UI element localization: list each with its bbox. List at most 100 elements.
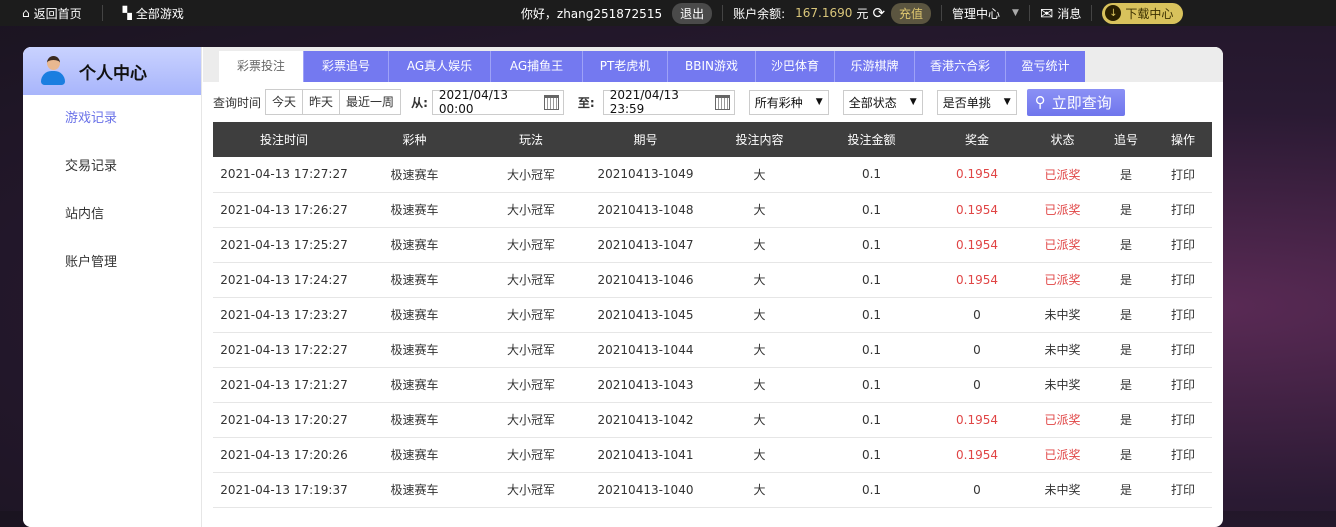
cell-lottery: 极速赛车 xyxy=(355,367,474,403)
cell-chase: 是 xyxy=(1098,367,1154,403)
table-row: 2021-04-13 17:27:27 极速赛车 大小冠军 20210413-1049… xyxy=(213,157,1212,193)
caret-down-icon: ▼ xyxy=(1003,97,1011,107)
lottery-type-select[interactable]: 所有彩种 ▼ xyxy=(748,89,829,115)
tab-profit-stats[interactable]: 盈亏统计 xyxy=(1006,51,1085,82)
yesterday-button[interactable]: 昨天 xyxy=(303,90,341,114)
cell-amount: 0.1 xyxy=(816,332,927,368)
today-button[interactable]: 今天 xyxy=(266,90,304,114)
query-button[interactable]: ⚲ 立即查询 xyxy=(1026,88,1125,116)
cell-lottery: 极速赛车 xyxy=(355,472,474,508)
query-label: 立即查询 xyxy=(1051,93,1112,112)
cell-status: 已派奖 xyxy=(1027,437,1098,473)
tab-leyou-chess[interactable]: 乐游棋牌 xyxy=(835,51,915,82)
cell-play: 大小冠军 xyxy=(474,332,588,368)
cell-action[interactable]: 打印 xyxy=(1154,157,1212,193)
cell-period: 20210413-1043 xyxy=(588,367,703,403)
cell-chase: 是 xyxy=(1098,402,1154,438)
cell-status: 已派奖 xyxy=(1027,157,1098,193)
tab-ag-fishing[interactable]: AG捕鱼王 xyxy=(491,51,583,82)
column-header-play: 玩法 xyxy=(474,122,588,157)
tab-lottery-bets[interactable]: 彩票投注 xyxy=(219,51,304,82)
cell-action[interactable]: 打印 xyxy=(1154,402,1212,438)
cell-content: 大 xyxy=(703,157,816,193)
tab-hk-mark-six[interactable]: 香港六合彩 xyxy=(915,51,1006,82)
cell-amount: 0.1 xyxy=(816,262,927,298)
home-label: 返回首页 xyxy=(33,6,82,21)
cell-prize: 0 xyxy=(927,297,1027,333)
cell-prize: 0.1954 xyxy=(927,227,1027,263)
cell-action[interactable]: 打印 xyxy=(1154,332,1212,368)
sidebar-item-account[interactable]: 账户管理 xyxy=(23,239,201,287)
to-label: 至: xyxy=(577,95,595,110)
recharge-button[interactable]: 充值 xyxy=(891,2,932,24)
sidebar-item-transactions[interactable]: 交易记录 xyxy=(23,143,201,191)
greeting-text: 你好，zhang251872515 xyxy=(520,6,663,21)
all-games-link[interactable]: ▚ 全部游戏 xyxy=(123,5,184,22)
tab-ag-live[interactable]: AG真人娱乐 xyxy=(389,51,491,82)
single-select[interactable]: 是否单挑 ▼ xyxy=(936,89,1017,115)
sidebar: 个人中心 游戏记录 交易记录 站内信 账户管理 xyxy=(23,47,202,527)
column-header-amount: 投注金额 xyxy=(816,122,927,157)
from-label: 从: xyxy=(411,95,428,110)
cell-status: 未中奖 xyxy=(1027,367,1098,403)
cell-content: 大 xyxy=(703,227,816,263)
cell-action[interactable]: 打印 xyxy=(1154,472,1212,508)
cell-play: 大小冠军 xyxy=(474,157,588,193)
cell-status: 未中奖 xyxy=(1027,472,1098,508)
admin-menu[interactable]: 管理中心 ▼ xyxy=(952,5,1019,22)
cell-chase: 是 xyxy=(1098,262,1154,298)
status-select[interactable]: 全部状态 ▼ xyxy=(842,89,923,115)
grid-icon: ▚ xyxy=(122,6,132,20)
calendar-icon[interactable] xyxy=(714,94,730,110)
cell-chase: 是 xyxy=(1098,437,1154,473)
cell-action[interactable]: 打印 xyxy=(1154,192,1212,228)
sidebar-item-inbox[interactable]: 站内信 xyxy=(23,191,201,239)
top-bar: ⌂ 返回首页 ▚ 全部游戏 你好，zhang251872515 退出 账户余额: 16… xyxy=(0,0,1336,26)
balance-label: 账户余额: xyxy=(733,6,786,21)
cell-play: 大小冠军 xyxy=(474,472,588,508)
cell-period: 20210413-1047 xyxy=(588,227,703,263)
cell-content: 大 xyxy=(703,332,816,368)
sidebar-item-game-records[interactable]: 游戏记录 xyxy=(23,95,201,143)
cell-lottery: 极速赛车 xyxy=(355,192,474,228)
cell-action[interactable]: 打印 xyxy=(1154,227,1212,263)
sidebar-title: 个人中心 xyxy=(79,63,147,84)
cell-chase: 是 xyxy=(1098,472,1154,508)
divider xyxy=(1028,5,1030,21)
logout-button[interactable]: 退出 xyxy=(672,2,713,24)
table-header: 投注时间 彩种 玩法 期号 投注内容 投注金额 奖金 状态 追号 操作 xyxy=(213,122,1212,157)
filter-bar: 查询时间 今天 昨天 最近一周 从: 2021/04/13 00:00 至: 2… xyxy=(203,82,1223,122)
home-link[interactable]: ⌂ 返回首页 xyxy=(22,5,82,22)
divider xyxy=(101,5,103,21)
cell-lottery: 极速赛车 xyxy=(355,437,474,473)
cell-chase: 是 xyxy=(1098,227,1154,263)
column-header-action: 操作 xyxy=(1154,122,1212,157)
cell-prize: 0 xyxy=(927,332,1027,368)
cell-status: 未中奖 xyxy=(1027,297,1098,333)
single-value: 是否单挑 xyxy=(942,95,991,110)
tab-saba-sports[interactable]: 沙巴体育 xyxy=(756,51,835,82)
search-icon: ⚲ xyxy=(1034,93,1046,111)
cell-action[interactable]: 打印 xyxy=(1154,262,1212,298)
cell-period: 20210413-1049 xyxy=(588,157,703,193)
tab-lottery-chase[interactable]: 彩票追号 xyxy=(304,51,389,82)
tab-pt-slots[interactable]: PT老虎机 xyxy=(583,51,668,82)
calendar-icon[interactable] xyxy=(544,94,559,110)
column-header-content: 投注内容 xyxy=(703,122,816,157)
cell-action[interactable]: 打印 xyxy=(1154,297,1212,333)
tab-bbin[interactable]: BBIN游戏 xyxy=(668,51,756,82)
messages-link[interactable]: ✉ 消息 xyxy=(1040,4,1081,23)
cell-action[interactable]: 打印 xyxy=(1154,437,1212,473)
from-date-input[interactable]: 2021/04/13 00:00 xyxy=(431,88,564,116)
cell-lottery: 极速赛车 xyxy=(355,262,474,298)
download-center-button[interactable]: ↓ 下载中心 xyxy=(1102,2,1184,24)
cell-amount: 0.1 xyxy=(816,402,927,438)
cell-play: 大小冠军 xyxy=(474,227,588,263)
last-week-button[interactable]: 最近一周 xyxy=(340,90,400,114)
cell-action[interactable]: 打印 xyxy=(1154,367,1212,403)
refresh-icon[interactable]: ⟳ xyxy=(872,4,885,22)
to-date-input[interactable]: 2021/04/13 23:59 xyxy=(602,88,735,116)
sidebar-header: 个人中心 xyxy=(23,47,201,95)
cell-lottery: 极速赛车 xyxy=(355,332,474,368)
personal-center-panel: 个人中心 游戏记录 交易记录 站内信 账户管理 彩票投注 彩票追号 AG真人娱乐… xyxy=(23,47,1223,527)
